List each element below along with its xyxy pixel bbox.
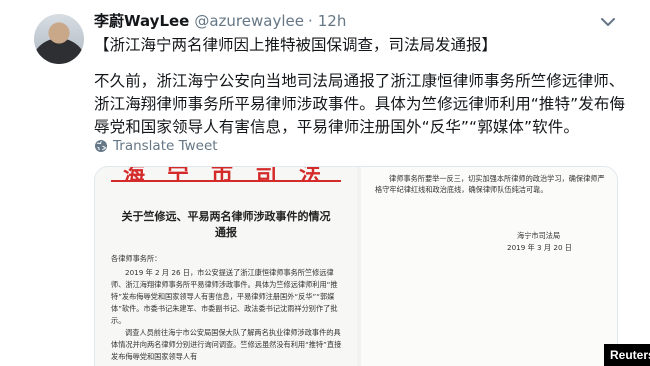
document-signature-date: 2019 年 3 月 20 日 [507, 243, 572, 252]
document-letterhead: 海宁市司法局 [123, 166, 323, 181]
reuters-watermark: Reuters [604, 344, 650, 366]
document-signature-org: 海宁市司法局 [517, 231, 561, 240]
translate-label: Translate Tweet [113, 138, 218, 154]
avatar[interactable] [34, 14, 84, 64]
document-closing-text: 律师事务所要举一反三，切实加强本所律师的政治学习，确保律师严格守牢纪律红线和政治… [375, 174, 605, 194]
tweet-headline: 【浙江海宁两名律师因上推特被国保调查，司法局发通报】 [94, 36, 498, 54]
display-name[interactable]: 李蔚WayLee [94, 10, 189, 31]
separator-dot: · [307, 12, 313, 30]
document-salutation: 各律师事务所： [111, 254, 162, 263]
attached-document-image[interactable]: 海宁市司法局 关于竺修远、平易两名律师涉政事件的情况 通报 各律师事务所： 20… [94, 166, 618, 366]
document-title: 关于竺修远、平易两名律师涉政事件的情况 通报 [115, 209, 337, 241]
tweet-body: 不久前，浙江海宁公安向当地司法局通报了浙江康恒律师事务所竺修远律师、浙江海翔律师… [94, 72, 626, 136]
document-title-line2: 通报 [215, 226, 237, 239]
timestamp[interactable]: 12h [318, 12, 347, 30]
document-title-line1: 关于竺修远、平易两名律师涉政事件的情况 [121, 210, 331, 223]
chevron-down-icon[interactable] [598, 14, 618, 30]
user-handle[interactable]: @azurewaylee [194, 12, 304, 30]
globe-icon [95, 140, 107, 152]
document-body: 各律师事务所： 2019 年 2 月 26 日，市公安提送了浙江康恒律师事务所竺… [111, 253, 343, 363]
letterhead-divider [111, 180, 341, 182]
document-paragraph-1: 2019 年 2 月 26 日，市公安提送了浙江康恒律师事务所竺修远律师、浙江海… [111, 268, 338, 325]
tweet-header: 李蔚WayLee @azurewaylee · 12h [94, 10, 346, 32]
document-page-left: 海宁市司法局 关于竺修远、平易两名律师涉政事件的情况 通报 各律师事务所： 20… [95, 167, 357, 366]
document-page-right: 律师事务所要举一反三，切实加强本所律师的政治学习，确保律师严格守牢纪律红线和政治… [361, 167, 617, 366]
document-paragraph-2: 调查人员前往海宁市公安局国保大队了解两名执业律师涉政事件的具体情况并向两名律师分… [111, 328, 342, 361]
tweet: 李蔚WayLee @azurewaylee · 12h 【浙江海宁两名律师因上推… [0, 0, 650, 366]
translate-tweet-link[interactable]: Translate Tweet [94, 138, 218, 154]
